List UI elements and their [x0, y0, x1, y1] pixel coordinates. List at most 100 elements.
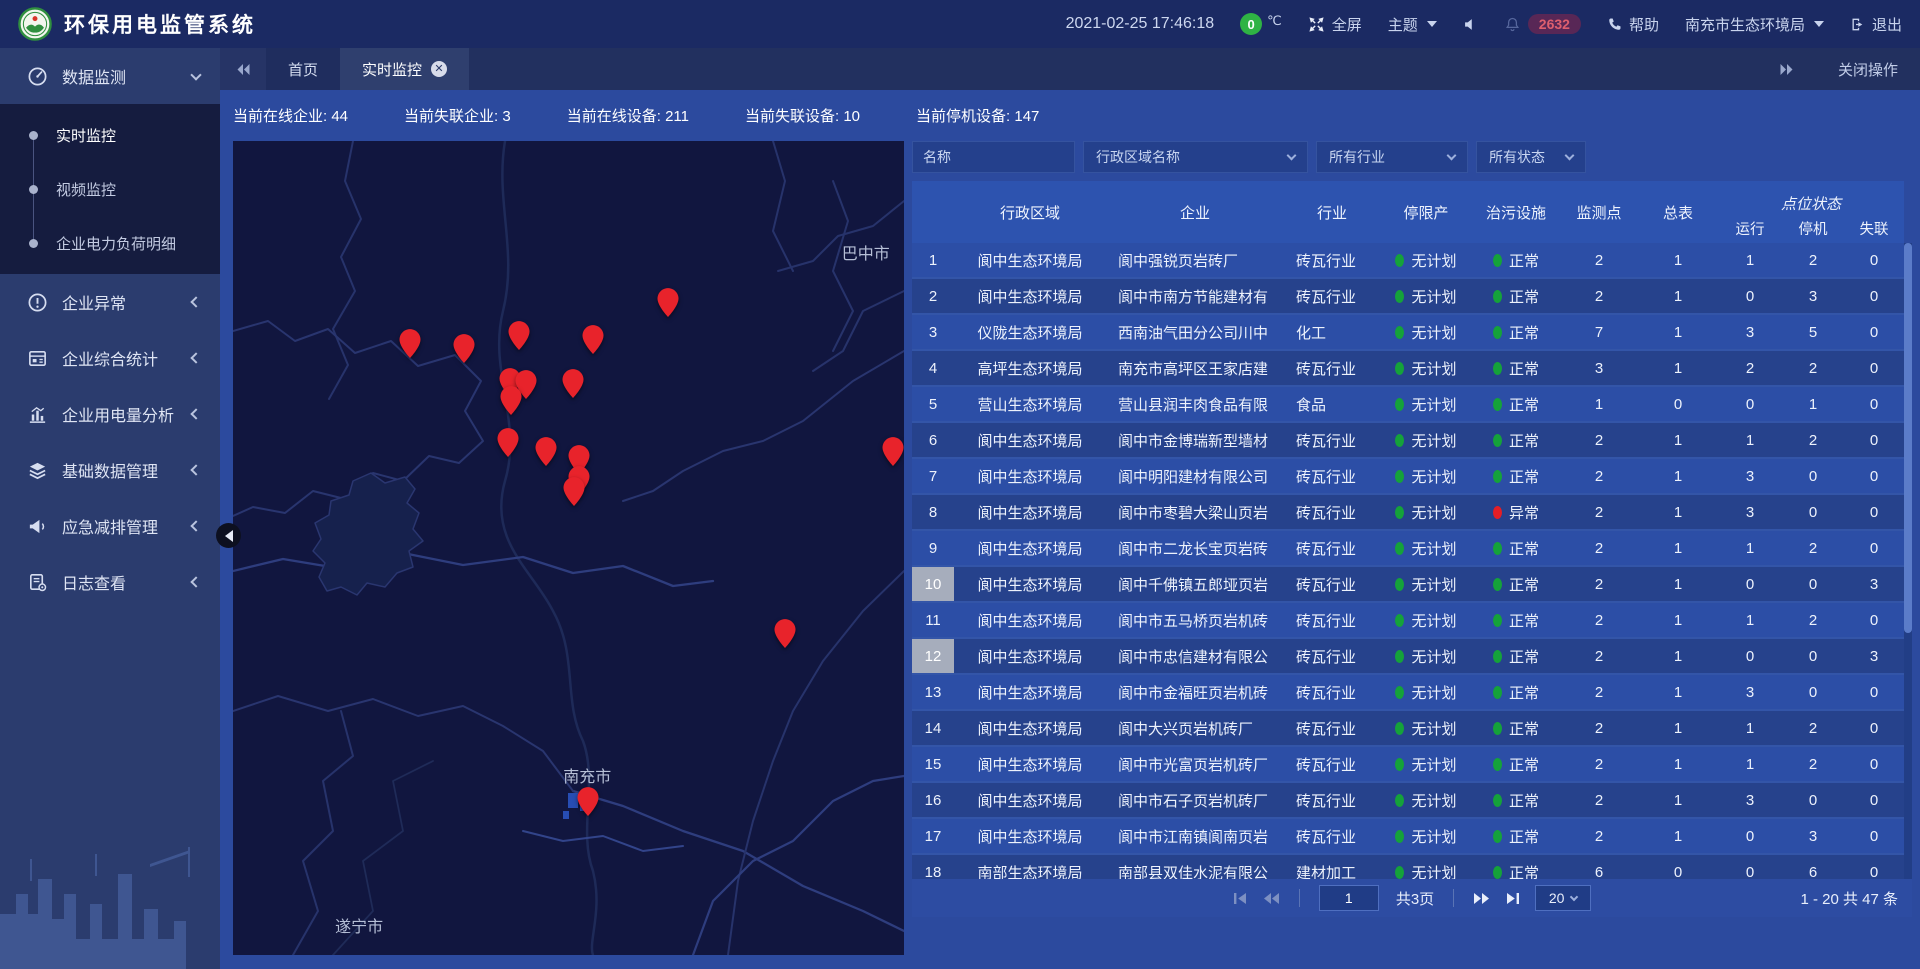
page-size-select[interactable]: 20 — [1535, 885, 1591, 911]
cell-lost: 0 — [1844, 423, 1904, 457]
theme-menu[interactable]: 主题 — [1388, 14, 1437, 35]
cell-run: 0 — [1718, 387, 1782, 421]
cell-region: 阆中生态环境局 — [954, 279, 1106, 313]
next-page-button[interactable] — [1473, 892, 1490, 905]
tab-bar: 首页 实时监控 ✕ 关闭操作 — [220, 48, 1920, 90]
table-row[interactable]: 2阆中生态环境局阆中市南方节能建材有砖瓦行业无计划正常21030 — [912, 279, 1904, 315]
status-dot-green — [1493, 722, 1502, 735]
first-page-button[interactable] — [1233, 892, 1248, 905]
map-pin[interactable] — [882, 437, 903, 466]
bullet-icon — [29, 131, 38, 140]
table-row[interactable]: 11阆中生态环境局阆中市五马桥页岩机砖砖瓦行业无计划正常21120 — [912, 603, 1904, 639]
sidebar-item-日志查看[interactable]: 日志查看 — [0, 554, 220, 610]
cell-facility-status: 异常 — [1472, 495, 1560, 529]
cell-region: 阆中生态环境局 — [954, 819, 1106, 853]
table-row[interactable]: 3仪陇生态环境局西南油气田分公司川中化工无计划正常71350 — [912, 315, 1904, 351]
map-pin[interactable] — [535, 437, 556, 466]
cell-region: 阆中生态环境局 — [954, 531, 1106, 565]
row-number: 18 — [912, 855, 954, 879]
cell-region: 仪陇生态环境局 — [954, 315, 1106, 349]
page-number-input[interactable] — [1319, 885, 1379, 911]
map-pin[interactable] — [508, 321, 529, 350]
cell-stop: 2 — [1782, 243, 1844, 277]
tabs-scroll-right-button[interactable] — [1764, 63, 1810, 76]
sidebar-item-企业用电量分析[interactable]: 企业用电量分析 — [0, 386, 220, 442]
last-page-button[interactable] — [1505, 892, 1520, 905]
row-number: 1 — [912, 243, 954, 277]
close-operations-button[interactable]: 关闭操作 — [1838, 59, 1898, 80]
facility-status-text: 正常 — [1509, 646, 1539, 667]
cell-facility-status: 正常 — [1472, 279, 1560, 313]
help-button[interactable]: 帮助 — [1607, 14, 1659, 35]
map-pin[interactable] — [563, 369, 584, 398]
sidebar-menu: 数据监测实时监控视频监控企业电力负荷明细企业异常企业综合统计企业用电量分析基础数… — [0, 48, 220, 969]
sidebar-item-企业综合统计[interactable]: 企业综合统计 — [0, 330, 220, 386]
table-row[interactable]: 9阆中生态环境局阆中市二龙长宝页岩砖砖瓦行业无计划正常21120 — [912, 531, 1904, 567]
table-row[interactable]: 16阆中生态环境局阆中市石子页岩机砖厂砖瓦行业无计划正常21300 — [912, 783, 1904, 819]
table-row[interactable]: 13阆中生态环境局阆中市金福旺页岩机砖砖瓦行业无计划正常21300 — [912, 675, 1904, 711]
map-pin[interactable] — [583, 325, 604, 354]
monitor-map[interactable]: 巴中市南充市遂宁市 — [233, 141, 904, 955]
status-filter-select[interactable]: 所有状态 — [1476, 141, 1586, 173]
limit-status-text: 无计划 — [1411, 358, 1456, 379]
sidebar-item-企业异常[interactable]: 企业异常 — [0, 274, 220, 330]
cell-limit-status: 无计划 — [1380, 279, 1472, 313]
table-row[interactable]: 6阆中生态环境局阆中市金博瑞新型墙材砖瓦行业无计划正常21120 — [912, 423, 1904, 459]
map-pin[interactable] — [774, 619, 795, 648]
table-row[interactable]: 14阆中生态环境局阆中大兴页岩机砖厂砖瓦行业无计划正常21120 — [912, 711, 1904, 747]
table-row[interactable]: 18南部生态环境局南部县双佳水泥有限公建材加工无计划正常60060 — [912, 855, 1904, 879]
mute-button[interactable] — [1463, 17, 1478, 32]
sidebar-subitem-视频监控[interactable]: 视频监控 — [0, 162, 220, 216]
col-header-points: 监测点 — [1560, 181, 1638, 243]
prev-page-button[interactable] — [1263, 892, 1280, 905]
sidebar-subitem-实时监控[interactable]: 实时监控 — [0, 108, 220, 162]
table-row[interactable]: 12阆中生态环境局阆中市忠信建材有限公砖瓦行业无计划正常21003 — [912, 639, 1904, 675]
table-row[interactable]: 5营山生态环境局营山县润丰肉食品有限食品无计划正常10010 — [912, 387, 1904, 423]
table-row[interactable]: 17阆中生态环境局阆中市江南镇阆南页岩砖瓦行业无计划正常21030 — [912, 819, 1904, 855]
limit-status-text: 无计划 — [1411, 394, 1456, 415]
sidebar-item-数据监测[interactable]: 数据监测 — [0, 48, 220, 104]
map-pin[interactable] — [498, 428, 519, 457]
map-pin[interactable] — [563, 477, 584, 506]
tab-realtime-monitor[interactable]: 实时监控 ✕ — [340, 48, 469, 90]
cell-company: 南部县双佳水泥有限公 — [1106, 855, 1284, 879]
cell-meter: 1 — [1638, 639, 1718, 673]
region-filter-select[interactable]: 行政区域名称 — [1083, 141, 1308, 173]
table-row[interactable]: 15阆中生态环境局阆中市光富页岩机砖厂砖瓦行业无计划正常21120 — [912, 747, 1904, 783]
limit-status-text: 无计划 — [1411, 682, 1456, 703]
sidebar-subitem-企业电力负荷明细[interactable]: 企业电力负荷明细 — [0, 216, 220, 270]
cell-facility-status: 正常 — [1472, 243, 1560, 277]
tab-realtime-label: 实时监控 — [362, 59, 422, 80]
cell-points: 7 — [1560, 315, 1638, 349]
industry-filter-select[interactable]: 所有行业 — [1316, 141, 1468, 173]
cell-limit-status: 无计划 — [1380, 531, 1472, 565]
logout-button[interactable]: 退出 — [1850, 14, 1902, 35]
cell-region: 营山生态环境局 — [954, 387, 1106, 421]
table-row[interactable]: 10阆中生态环境局阆中千佛镇五郎垭页岩砖瓦行业无计划正常21003 — [912, 567, 1904, 603]
col-header-run: 运行 — [1718, 215, 1782, 243]
sidebar-collapse-handle[interactable] — [216, 523, 241, 548]
sidebar-item-应急减排管理[interactable]: 应急减排管理 — [0, 498, 220, 554]
table-row[interactable]: 7阆中生态环境局阆中明阳建材有限公司砖瓦行业无计划正常21300 — [912, 459, 1904, 495]
tab-home[interactable]: 首页 — [266, 48, 340, 90]
table-row[interactable]: 4高坪生态环境局南充市高坪区王家店建砖瓦行业无计划正常31220 — [912, 351, 1904, 387]
map-pin[interactable] — [400, 329, 421, 358]
tab-close-icon[interactable]: ✕ — [431, 61, 447, 77]
sidebar-item-基础数据管理[interactable]: 基础数据管理 — [0, 442, 220, 498]
notifications-button[interactable]: 2632 — [1504, 14, 1581, 34]
name-filter-input[interactable] — [912, 141, 1075, 173]
org-menu[interactable]: 南充市生态环境局 — [1685, 14, 1824, 35]
tabs-scroll-left-button[interactable] — [220, 48, 266, 90]
status-dot-green — [1493, 326, 1502, 339]
map-pin[interactable] — [453, 334, 474, 363]
table-row[interactable]: 8阆中生态环境局阆中市枣碧大梁山页岩砖瓦行业无计划异常21300 — [912, 495, 1904, 531]
cell-company: 阆中市金博瑞新型墙材 — [1106, 423, 1284, 457]
scrollbar-thumb[interactable] — [1904, 243, 1912, 633]
table-row[interactable]: 1阆中生态环境局阆中强锐页岩砖厂砖瓦行业无计划正常21120 — [912, 243, 1904, 279]
map-pin[interactable] — [657, 288, 678, 317]
fullscreen-button[interactable]: 全屏 — [1308, 14, 1362, 35]
prev-page-icon — [1263, 892, 1280, 905]
map-pin[interactable] — [577, 787, 598, 816]
table-scrollbar[interactable] — [1904, 243, 1912, 879]
map-pin[interactable] — [501, 386, 522, 415]
